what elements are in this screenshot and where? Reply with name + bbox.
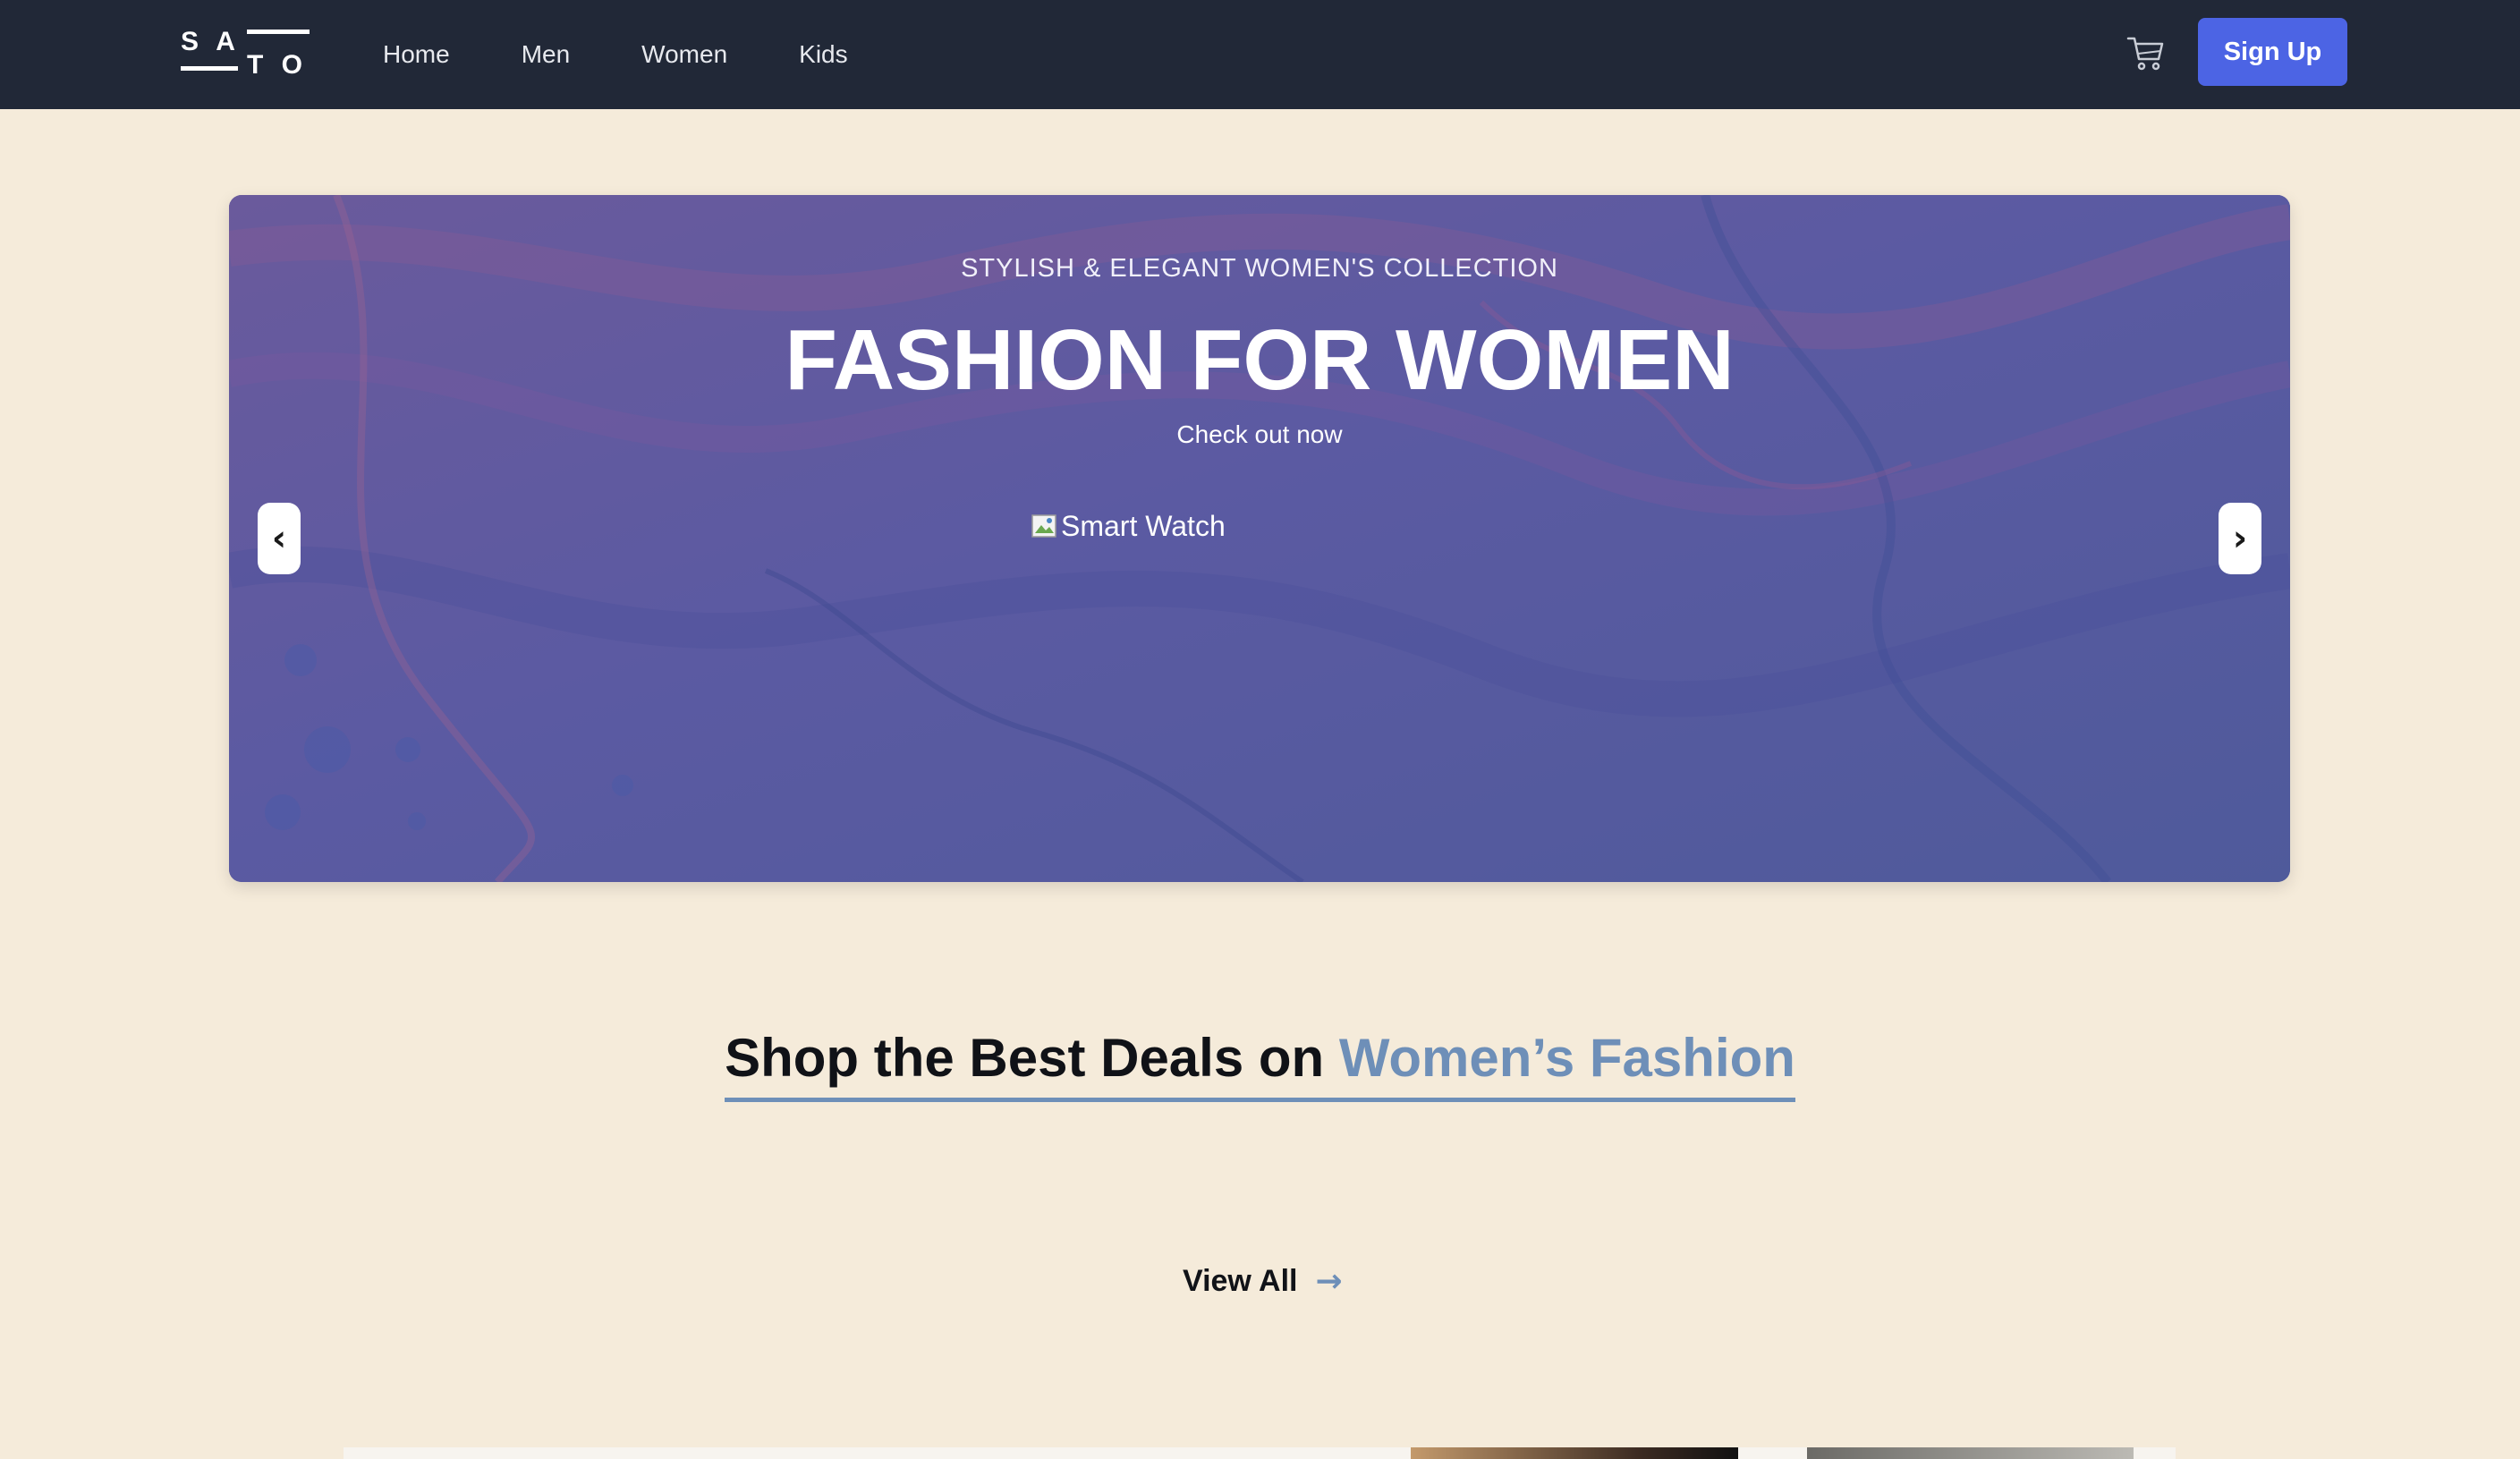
nav-women-link[interactable]: Women: [641, 40, 727, 69]
top-navbar: S A T O Home Men Women Kids Sign Up: [0, 0, 2520, 109]
chevron-left-icon: ‹: [271, 518, 287, 559]
hero-marble-background: [229, 195, 2290, 882]
chevron-right-icon: ›: [2232, 518, 2248, 559]
arrow-right-icon: →: [1315, 1263, 1343, 1300]
nav-kids-link[interactable]: Kids: [799, 40, 847, 69]
svg-text:S A: S A: [181, 27, 241, 56]
view-all-link[interactable]: View All →: [1183, 1263, 1343, 1300]
hero-carousel: STYLISH & ELEGANT WOMEN'S COLLECTION FAS…: [229, 195, 2290, 882]
section-title-accent: Women’s Fashion: [1338, 1028, 1795, 1088]
hero-title: FASHION FOR WOMEN: [785, 312, 1735, 408]
sign-up-button[interactable]: Sign Up: [2198, 18, 2347, 86]
broken-image-icon: [1031, 514, 1056, 538]
hero-cta-link[interactable]: Check out now: [229, 420, 2290, 449]
deals-section-heading: Shop the Best Deals on Women’s Fashion: [0, 1027, 2520, 1102]
nav-home-link[interactable]: Home: [383, 40, 450, 69]
sato-logo[interactable]: S A T O: [179, 25, 313, 79]
hero-image-alt-text: Smart Watch: [1061, 510, 1226, 542]
view-all-label: View All: [1183, 1264, 1298, 1298]
carousel-next-button[interactable]: ›: [2219, 503, 2261, 574]
product-image[interactable]: [1807, 1447, 2134, 1459]
section-title-main: Shop the Best Deals on: [725, 1028, 1339, 1088]
section-title: Shop the Best Deals on Women’s Fashion: [725, 1027, 1795, 1102]
carousel-prev-button[interactable]: ‹: [258, 503, 301, 574]
svg-text:T O: T O: [247, 50, 308, 79]
nav-men-link[interactable]: Men: [522, 40, 570, 69]
product-image[interactable]: [1411, 1447, 1738, 1459]
main-nav: Home Men Women Kids: [383, 0, 920, 109]
product-grid-preview: [344, 1447, 2176, 1459]
cart-icon[interactable]: [2125, 32, 2167, 73]
hero-product-image: Smart Watch: [1031, 510, 1226, 543]
hero-subtitle: STYLISH & ELEGANT WOMEN'S COLLECTION: [961, 254, 1558, 283]
